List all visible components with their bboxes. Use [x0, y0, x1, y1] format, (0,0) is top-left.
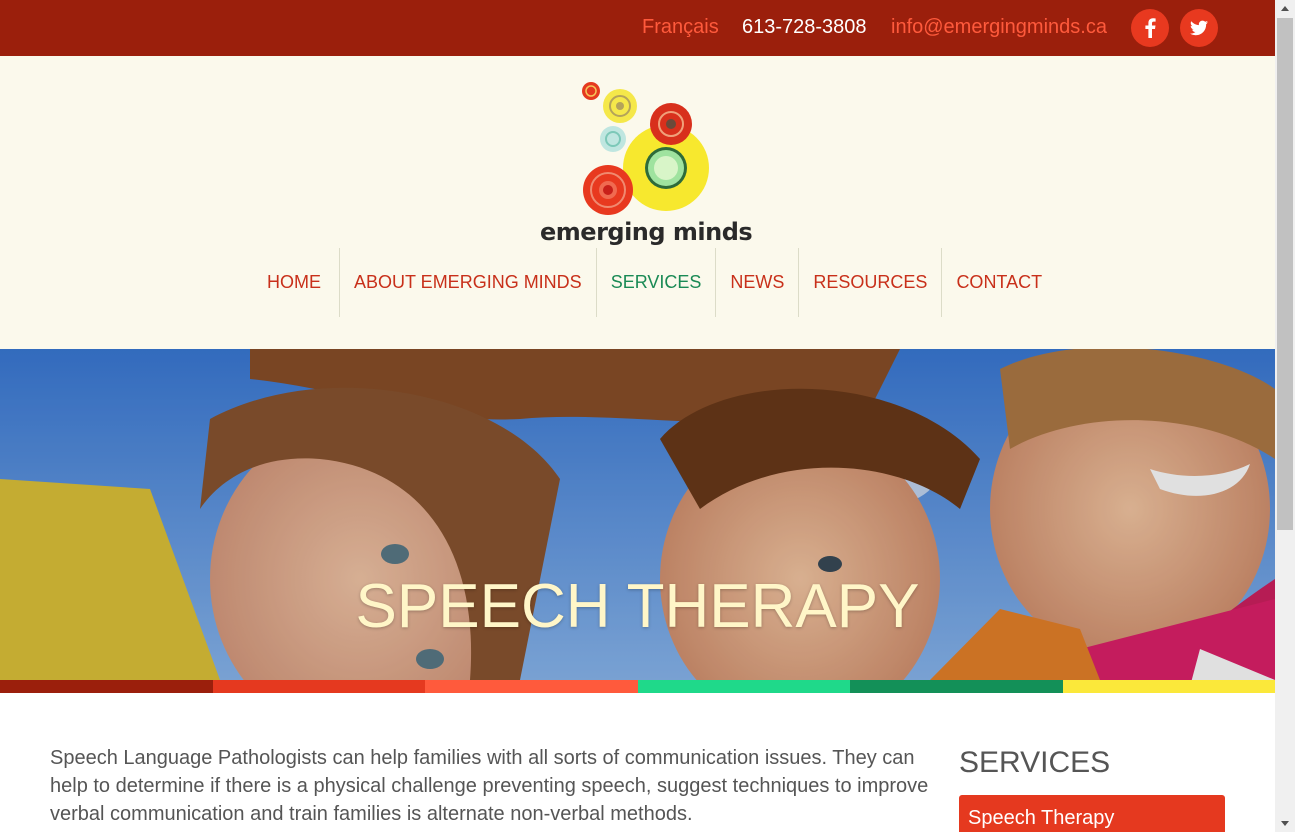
nav-item-services[interactable]: SERVICES — [595, 248, 716, 317]
nav-item-resources[interactable]: RESOURCES — [798, 248, 941, 317]
logo-circles — [582, 82, 709, 215]
page: Français 613-728-3808 info@emergingminds… — [0, 0, 1275, 832]
nav-item-news[interactable]: NEWS — [715, 248, 798, 317]
scroll-up-arrow-icon[interactable] — [1275, 0, 1295, 17]
scrollbar[interactable] — [1275, 0, 1295, 832]
phone-link[interactable]: 613-728-3808 — [742, 15, 867, 39]
hero-banner: SPEECH THERAPY — [0, 349, 1275, 680]
twitter-button[interactable] — [1180, 9, 1218, 47]
stripe-segment — [1062, 680, 1275, 693]
nav-item-contact[interactable]: CONTACT — [941, 248, 1056, 317]
stripe-segment — [212, 680, 425, 693]
stripe-segment — [0, 680, 213, 693]
page-title: SPEECH THERAPY — [355, 572, 920, 641]
email-link[interactable]: info@emergingminds.ca — [891, 15, 1107, 39]
nav-item-about[interactable]: ABOUT EMERGING MINDS — [339, 248, 596, 317]
intro-paragraph: Speech Language Pathologists can help fa… — [50, 747, 929, 825]
nav-item-home[interactable]: HOME — [253, 248, 339, 317]
stripe-segment — [425, 680, 638, 693]
logo-text: emerging minds — [540, 218, 753, 246]
facebook-icon — [1145, 18, 1156, 38]
language-link[interactable]: Français — [642, 15, 719, 39]
site-logo[interactable]: emerging minds — [540, 78, 753, 250]
top-bar: Français 613-728-3808 info@emergingminds… — [0, 0, 1275, 56]
site-header: emerging minds HOME ABOUT EMERGING MINDS… — [0, 56, 1275, 349]
stripe-segment — [637, 680, 850, 693]
sidebar-title: SERVICES — [959, 746, 1111, 779]
facebook-button[interactable] — [1131, 9, 1169, 47]
scroll-down-arrow-icon[interactable] — [1275, 815, 1295, 832]
twitter-icon — [1190, 20, 1208, 36]
scroll-thumb[interactable] — [1277, 18, 1293, 530]
color-stripe — [0, 680, 1275, 693]
stripe-segment — [850, 680, 1063, 693]
sidebar-item-speech-therapy[interactable]: Speech Therapy — [959, 795, 1225, 832]
main-nav: HOME ABOUT EMERGING MINDS SERVICES NEWS … — [253, 248, 1056, 317]
